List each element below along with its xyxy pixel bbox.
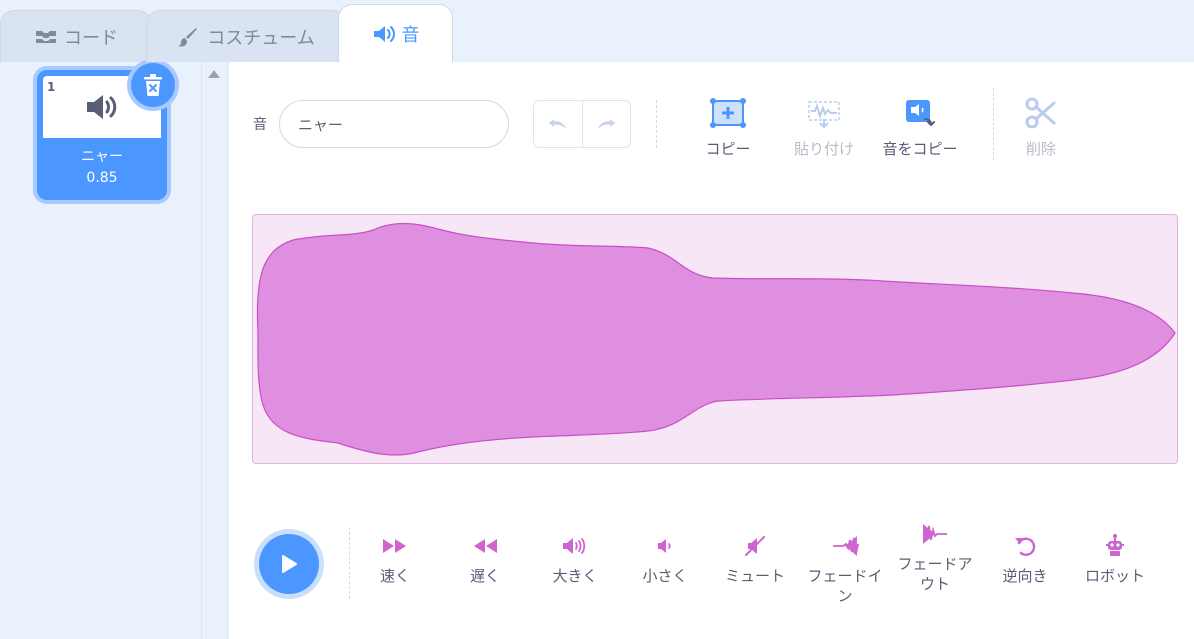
effect-robot-label: ロボット [1084, 567, 1145, 585]
effect-robot-button[interactable]: ロボット [1075, 532, 1155, 586]
softer-icon [650, 532, 680, 560]
sound-item-duration: 0.85 [86, 170, 118, 186]
effect-slower-label: 遅く [469, 567, 500, 585]
sound-name-label: 音 [253, 117, 267, 133]
effect-fade-in-label: フェードイン [807, 567, 883, 605]
effect-faster-label: 速く [379, 567, 410, 585]
play-button[interactable] [254, 529, 324, 599]
sound-name-input[interactable] [279, 100, 509, 148]
copy-to-new-label: 音をコピー [882, 140, 958, 158]
waveform-area[interactable] [252, 214, 1178, 464]
paste-icon [804, 94, 844, 132]
copy-label: コピー [705, 140, 751, 158]
sound-editor: 音 コピー 貼り付け 音をコピー 削除 [229, 62, 1194, 639]
scissors-icon [1021, 94, 1061, 132]
paste-button[interactable]: 貼り付け [779, 94, 869, 159]
copy-icon [708, 94, 748, 132]
effect-fade-out-button[interactable]: フェードアウト [895, 520, 975, 594]
effect-fade-out-label: フェードアウト [897, 555, 973, 593]
sound-list-scrollbar[interactable] [202, 62, 228, 639]
effect-louder-button[interactable]: 大きく [535, 532, 615, 586]
effects-divider [349, 527, 350, 599]
redo-button[interactable] [581, 101, 631, 147]
toolbar-divider [993, 88, 994, 160]
play-button-inner [259, 534, 319, 594]
tab-code[interactable]: コード [0, 10, 152, 62]
undo-button[interactable] [534, 101, 582, 147]
editor-tabs: コード コスチューム 音 [0, 0, 1194, 62]
undo-icon [548, 119, 566, 130]
tab-costume-label: コスチューム [207, 27, 315, 49]
effect-fade-in-button[interactable]: フェードイン [805, 532, 885, 606]
fade-in-icon [830, 532, 860, 560]
effect-faster-button[interactable]: 速く [355, 532, 435, 586]
effect-softer-label: 小さく [642, 567, 688, 585]
paste-label: 貼り付け [793, 140, 854, 158]
toolbar-divider [656, 100, 657, 148]
sound-number: 1 [47, 80, 56, 94]
undo-redo-group [533, 100, 631, 148]
reverse-icon [1010, 532, 1040, 560]
copy-to-new-button[interactable]: 音をコピー [875, 94, 965, 159]
delete-selection-label: 削除 [1025, 140, 1056, 158]
delete-sound-button[interactable] [131, 63, 175, 107]
effect-softer-button[interactable]: 小さく [625, 532, 705, 586]
sound-item-name: ニャー [81, 149, 123, 165]
faster-icon [380, 532, 410, 560]
tab-sound-label: 音 [401, 24, 420, 46]
slower-icon [470, 532, 500, 560]
effect-reverse-button[interactable]: 逆向き [985, 532, 1065, 586]
trash-icon [144, 74, 162, 96]
mute-icon [740, 532, 770, 560]
louder-icon [560, 532, 590, 560]
fade-out-icon [920, 520, 950, 548]
speaker-icon [87, 95, 117, 119]
effect-mute-label: ミュート [724, 567, 785, 585]
tab-code-label: コード [64, 27, 118, 49]
effect-mute-button[interactable]: ミュート [715, 532, 795, 586]
effect-slower-button[interactable]: 遅く [445, 532, 525, 586]
tab-costume[interactable]: コスチューム [146, 10, 346, 62]
play-icon [282, 555, 297, 573]
delete-selection-button[interactable]: 削除 [996, 94, 1086, 159]
scroll-up-arrow-icon[interactable] [208, 70, 220, 78]
copy-button[interactable]: コピー [683, 94, 773, 159]
brush-icon [177, 26, 199, 48]
waveform [256, 222, 1176, 456]
copy-to-new-icon [900, 94, 940, 132]
redo-icon [598, 119, 616, 130]
code-icon [34, 26, 56, 48]
robot-icon [1100, 532, 1130, 560]
effect-reverse-label: 逆向き [1002, 567, 1048, 585]
tab-sound[interactable]: 音 [338, 4, 453, 62]
speaker-icon [372, 23, 395, 45]
effect-louder-label: 大きく [552, 567, 598, 585]
